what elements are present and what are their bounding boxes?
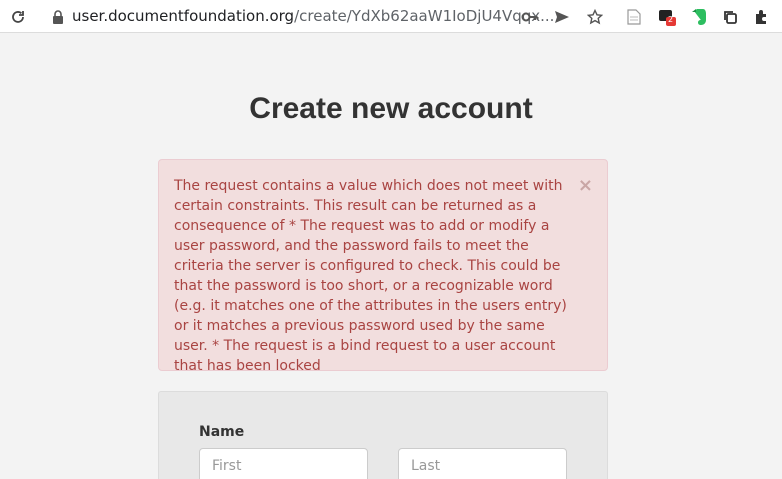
- browser-toolbar: user.documentfoundation.org/create/YdXb6…: [0, 0, 782, 33]
- send-icon[interactable]: [550, 0, 574, 33]
- address-bar[interactable]: user.documentfoundation.org/create/YdXb6…: [72, 0, 554, 33]
- page-title: Create new account: [249, 92, 533, 125]
- name-label: Name: [199, 424, 245, 440]
- first-name-input[interactable]: [199, 448, 368, 479]
- error-alert: The request contains a value which does …: [158, 159, 608, 374]
- star-icon[interactable]: [583, 0, 607, 33]
- key-icon[interactable]: [518, 0, 542, 33]
- close-alert-button[interactable]: ×: [578, 176, 593, 196]
- notification-extension-icon[interactable]: 2: [655, 0, 679, 33]
- copy-icon[interactable]: [718, 0, 742, 33]
- document-extension-icon[interactable]: [622, 0, 646, 33]
- reload-icon[interactable]: [6, 0, 30, 33]
- lock-icon[interactable]: [46, 0, 70, 33]
- account-form-panel: Name: [158, 391, 608, 479]
- url-domain: user.documentfoundation.org: [72, 7, 295, 25]
- url-path: /create/YdXb62aaW1IoDjU4Vqqx...: [294, 7, 555, 25]
- last-name-input[interactable]: [398, 448, 567, 479]
- extensions-puzzle-icon[interactable]: [750, 0, 774, 33]
- evernote-icon[interactable]: [687, 0, 711, 33]
- extension-badge: 2: [668, 15, 674, 24]
- alert-message: The request contains a value which does …: [174, 178, 567, 374]
